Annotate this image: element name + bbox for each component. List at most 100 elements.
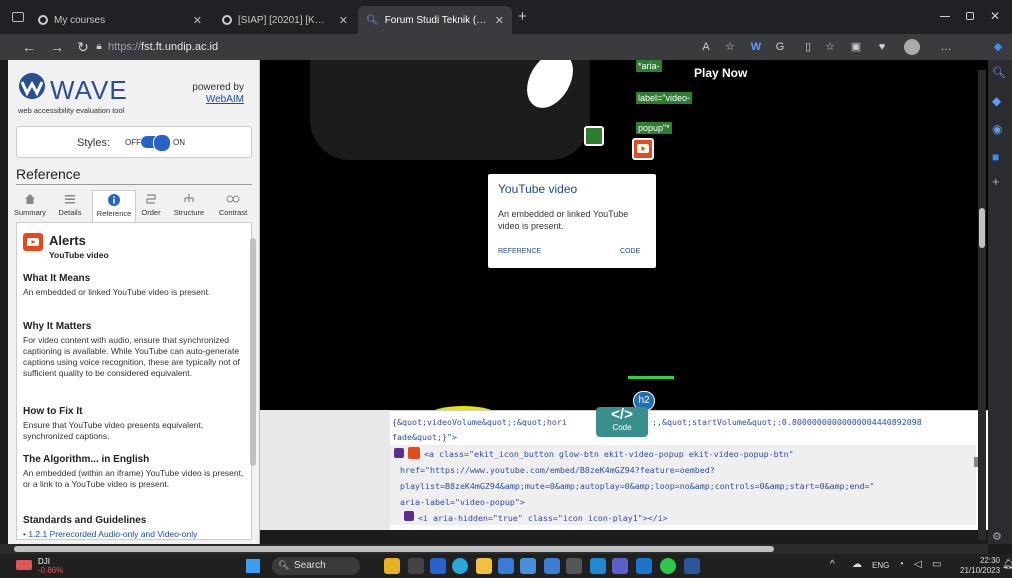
- alert-item: YouTube video: [49, 250, 109, 260]
- code-line: fade&quot;}">: [392, 432, 457, 442]
- tab-forum-studi-teknik[interactable]: 🔍︎ Forum Studi Teknik (FST) - Unive ✕: [358, 6, 512, 34]
- tab-actions-icon[interactable]: [12, 12, 24, 22]
- sidebar-settings-icon[interactable]: ⚙: [992, 530, 1008, 546]
- wave-brand: WAVE: [50, 75, 128, 105]
- meet-app-icon[interactable]: [430, 558, 446, 574]
- tab-structure[interactable]: Structure: [168, 190, 210, 222]
- clock[interactable]: 22:30 21/10/2023: [960, 556, 1000, 576]
- outlook-icon[interactable]: ■: [992, 150, 1008, 166]
- structure-marker-icon[interactable]: [584, 126, 604, 146]
- word-app-icon[interactable]: [684, 558, 700, 574]
- tab-title: Forum Studi Teknik (FST) - Unive: [384, 14, 489, 26]
- section-text: An embedded or linked YouTube video is p…: [23, 287, 211, 297]
- copilot-icon[interactable]: ◆: [990, 39, 1006, 55]
- extension-g-icon[interactable]: G: [772, 39, 788, 55]
- outlook-app-icon[interactable]: [636, 558, 652, 574]
- tab-reference[interactable]: Reference: [92, 190, 136, 222]
- tab-siap[interactable]: [SIAP] [20201] [KM2020] [Regule ✕: [214, 6, 356, 34]
- forward-icon[interactable]: →: [48, 38, 66, 56]
- stock-change: -0.86%: [38, 566, 64, 575]
- collections-icon[interactable]: ▣: [848, 39, 864, 55]
- tab-details[interactable]: Details: [52, 190, 88, 222]
- page-scroll-thumb[interactable]: [979, 208, 985, 248]
- tab-title: [SIAP] [20201] [KM2020] [Regule: [238, 14, 333, 26]
- tray-overflow-icon[interactable]: ^: [830, 559, 835, 570]
- loading-dots: [628, 376, 674, 379]
- photos-app-icon[interactable]: [544, 558, 560, 574]
- popup-code-link[interactable]: CODE: [620, 248, 640, 255]
- code-brackets-icon: </>: [611, 406, 633, 423]
- store-app-icon[interactable]: [498, 558, 514, 574]
- performance-icon[interactable]: ♥: [874, 39, 890, 55]
- favorite-star-icon[interactable]: ☆: [722, 39, 738, 55]
- section-heading: How to Fix It: [23, 406, 83, 417]
- wave-extension-icon[interactable]: W: [748, 39, 764, 55]
- horizontal-scrollbar[interactable]: [0, 544, 988, 554]
- code-line: <i aria-hidden="true" class="icon icon-p…: [418, 513, 668, 523]
- horizontal-scroll-thumb[interactable]: [14, 546, 774, 552]
- shopping-icon[interactable]: ◆: [992, 94, 1008, 110]
- popup-title: YouTube video: [498, 182, 578, 196]
- tab-my-courses[interactable]: My courses ✕: [30, 6, 210, 34]
- list-icon: [52, 190, 88, 208]
- new-tab-button[interactable]: +: [518, 8, 527, 25]
- youtube-video-icon: [408, 447, 420, 459]
- styles-off-label: OFF: [125, 138, 141, 147]
- edge-app-icon[interactable]: [452, 558, 468, 574]
- tab-label: Contrast: [218, 208, 248, 217]
- youtube-video-icon[interactable]: [632, 138, 654, 160]
- tab-order[interactable]: Order: [136, 190, 166, 222]
- tab-contrast[interactable]: Contrast: [212, 190, 254, 222]
- teams-app-icon[interactable]: [612, 558, 628, 574]
- add-sidebar-icon[interactable]: +: [992, 174, 1008, 190]
- search-icon[interactable]: 🔍︎: [992, 66, 1008, 82]
- more-menu-icon[interactable]: …: [938, 39, 954, 55]
- notifications-icon[interactable]: 🔔︎: [1002, 559, 1012, 570]
- close-tab-icon[interactable]: ✕: [495, 14, 504, 27]
- detail-scrollbar[interactable]: [250, 238, 256, 466]
- section-heading: The Algorithm... in English: [23, 454, 150, 465]
- stock-name: DJI: [38, 557, 50, 566]
- profile-avatar-icon[interactable]: [904, 39, 920, 55]
- tab-summary[interactable]: Summary: [12, 190, 48, 222]
- onedrive-icon[interactable]: ☁: [852, 559, 862, 570]
- styles-label: Styles:: [77, 137, 111, 149]
- close-tab-icon[interactable]: ✕: [193, 14, 202, 27]
- url-field[interactable]: https://fst.ft.undip.ac.id: [108, 38, 218, 56]
- webaim-link[interactable]: WebAIM: [180, 94, 244, 105]
- vpn-app-icon[interactable]: [520, 558, 536, 574]
- language-indicator[interactable]: ENG: [872, 561, 889, 570]
- taskbar-search-label: Search: [294, 560, 326, 571]
- powered-by-label: powered by: [192, 82, 244, 93]
- volume-icon[interactable]: ◁: [914, 559, 922, 570]
- code-line: href="https://www.youtube.com/embed/B8ze…: [400, 465, 715, 475]
- tools-icon[interactable]: ◉: [992, 122, 1008, 138]
- vscode-app-icon[interactable]: [590, 558, 606, 574]
- wifi-icon[interactable]: ◔: [898, 559, 904, 570]
- whatsapp-app-icon[interactable]: [660, 558, 676, 574]
- split-screen-icon[interactable]: ▯: [800, 39, 816, 55]
- widgets-app-icon[interactable]: [384, 558, 400, 574]
- section-text: An embedded (within an iframe) YouTube v…: [23, 468, 244, 489]
- calculator-app-icon[interactable]: [566, 558, 582, 574]
- close-tab-icon[interactable]: ✕: [339, 14, 348, 27]
- popup-reference-link[interactable]: REFERENCE: [498, 248, 541, 255]
- read-aloud-icon[interactable]: A: [698, 39, 714, 55]
- styles-toggle[interactable]: [141, 134, 171, 152]
- restore-icon[interactable]: [966, 12, 974, 20]
- task-view-icon[interactable]: [408, 558, 424, 574]
- page-scrollbar[interactable]: [978, 70, 986, 540]
- close-window-icon[interactable]: ✕: [990, 9, 1000, 23]
- back-icon[interactable]: ←: [20, 38, 38, 56]
- browser-tab-bar: My courses ✕ [SIAP] [20201] [KM2020] [Re…: [0, 0, 1012, 34]
- windows-start-icon[interactable]: [246, 559, 260, 573]
- favorites-icon[interactable]: ☆: [822, 39, 838, 55]
- clock-time: 22:30: [979, 556, 1000, 565]
- section-heading: Why It Matters: [23, 321, 92, 332]
- battery-icon[interactable]: ▭: [932, 559, 941, 570]
- minimize-icon[interactable]: [940, 16, 950, 17]
- file-explorer-icon[interactable]: [476, 558, 492, 574]
- stock-widget-icon[interactable]: [16, 560, 32, 570]
- code-toggle-button[interactable]: </> Code: [596, 407, 648, 437]
- tab-favicon-icon: [38, 15, 48, 25]
